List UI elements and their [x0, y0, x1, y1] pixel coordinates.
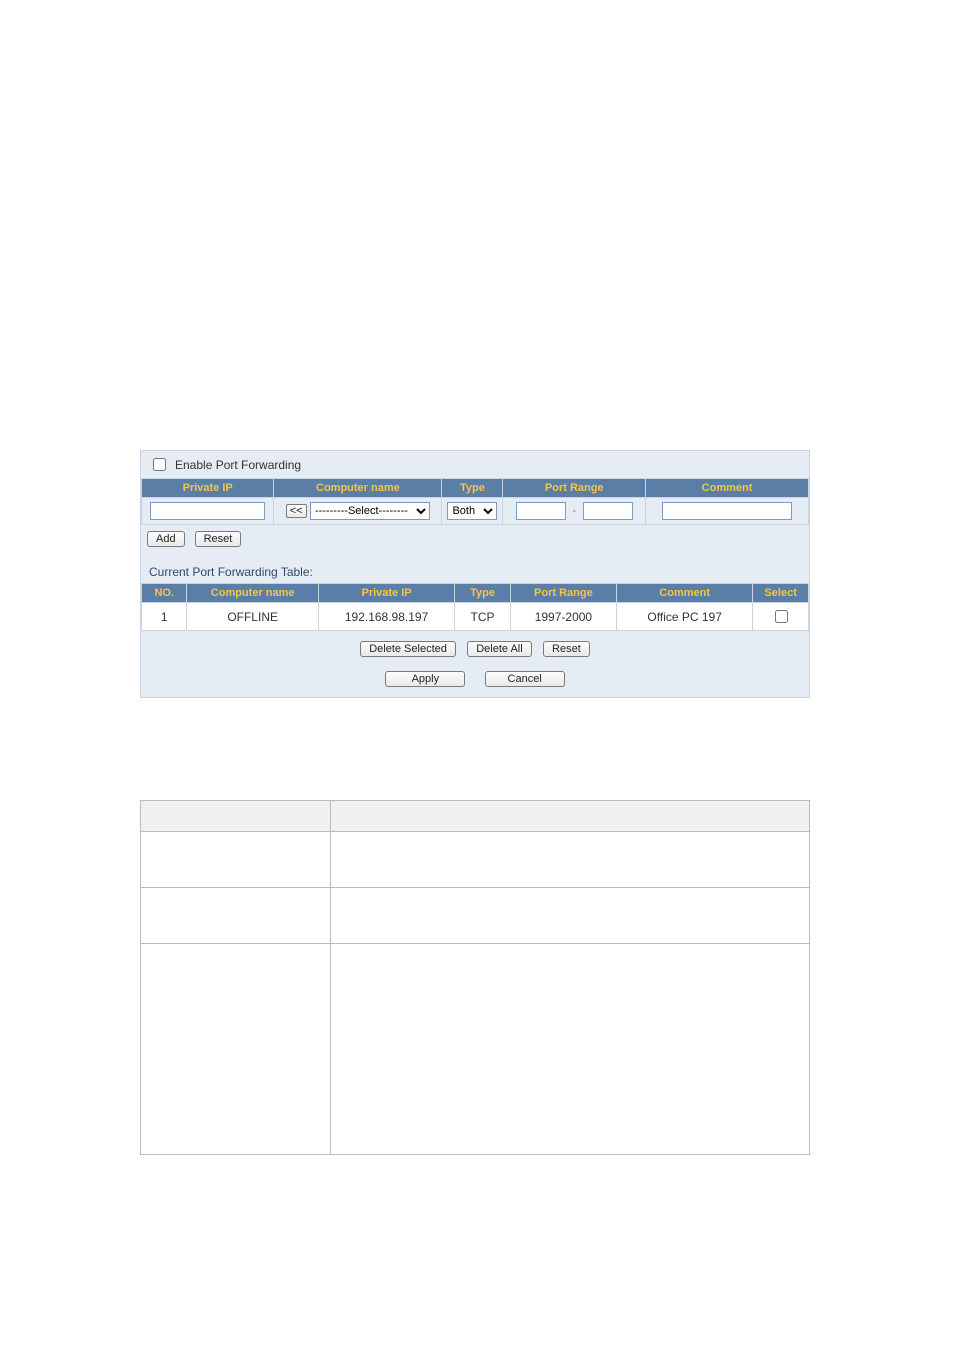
enable-port-forwarding-checkbox[interactable]: [153, 458, 166, 471]
enable-port-forwarding-label: Enable Port Forwarding: [175, 458, 301, 472]
port-to-input[interactable]: [583, 502, 633, 520]
private-ip-input[interactable]: [150, 502, 265, 520]
description-table: [140, 800, 810, 1155]
th-type: Type: [455, 584, 511, 603]
th-comment: Comment: [616, 584, 752, 603]
table-row: 1 OFFLINE 192.168.98.197 TCP 1997-2000 O…: [142, 603, 809, 631]
apply-button[interactable]: Apply: [385, 671, 465, 687]
cell-computer-name: OFFLINE: [187, 603, 318, 631]
cell-no: 1: [142, 603, 187, 631]
desc-cell: [141, 832, 331, 888]
delete-selected-button[interactable]: Delete Selected: [360, 641, 456, 657]
header-comment: Comment: [646, 479, 809, 498]
desc-cell: [141, 944, 331, 1155]
header-type: Type: [442, 479, 503, 498]
desc-cell: [331, 944, 810, 1155]
desc-cell: [331, 888, 810, 944]
th-private-ip: Private IP: [318, 584, 454, 603]
reset-input-button[interactable]: Reset: [195, 531, 242, 547]
th-computer-name: Computer name: [187, 584, 318, 603]
current-table-label: Current Port Forwarding Table:: [141, 551, 809, 583]
cell-type: TCP: [455, 603, 511, 631]
add-button[interactable]: Add: [147, 531, 185, 547]
cell-port-range: 1997-2000: [510, 603, 616, 631]
cancel-button[interactable]: Cancel: [485, 671, 565, 687]
th-no: NO.: [142, 584, 187, 603]
comment-input[interactable]: [662, 502, 792, 520]
desc-cell: [141, 888, 331, 944]
type-select[interactable]: Both: [447, 502, 497, 520]
header-port-range: Port Range: [503, 479, 646, 498]
input-fields-table: Private IP Computer name Type Port Range…: [141, 478, 809, 525]
forwarding-table: NO. Computer name Private IP Type Port R…: [141, 583, 809, 631]
port-forwarding-panel: Enable Port Forwarding Private IP Comput…: [140, 450, 810, 698]
cell-comment: Office PC 197: [616, 603, 752, 631]
computer-name-select[interactable]: ---------Select--------: [310, 502, 430, 520]
desc-header-description: [331, 801, 810, 832]
delete-all-button[interactable]: Delete All: [467, 641, 531, 657]
desc-header-parameter: [141, 801, 331, 832]
reset-table-button[interactable]: Reset: [543, 641, 590, 657]
cell-private-ip: 192.168.98.197: [318, 603, 454, 631]
th-select: Select: [753, 584, 809, 603]
port-range-dash: -: [569, 503, 579, 517]
copy-ip-button[interactable]: <<: [286, 504, 307, 518]
port-from-input[interactable]: [516, 502, 566, 520]
desc-cell: [331, 832, 810, 888]
th-port-range: Port Range: [510, 584, 616, 603]
header-private-ip: Private IP: [142, 479, 274, 498]
header-computer-name: Computer name: [274, 479, 442, 498]
row-select-checkbox[interactable]: [775, 610, 788, 623]
